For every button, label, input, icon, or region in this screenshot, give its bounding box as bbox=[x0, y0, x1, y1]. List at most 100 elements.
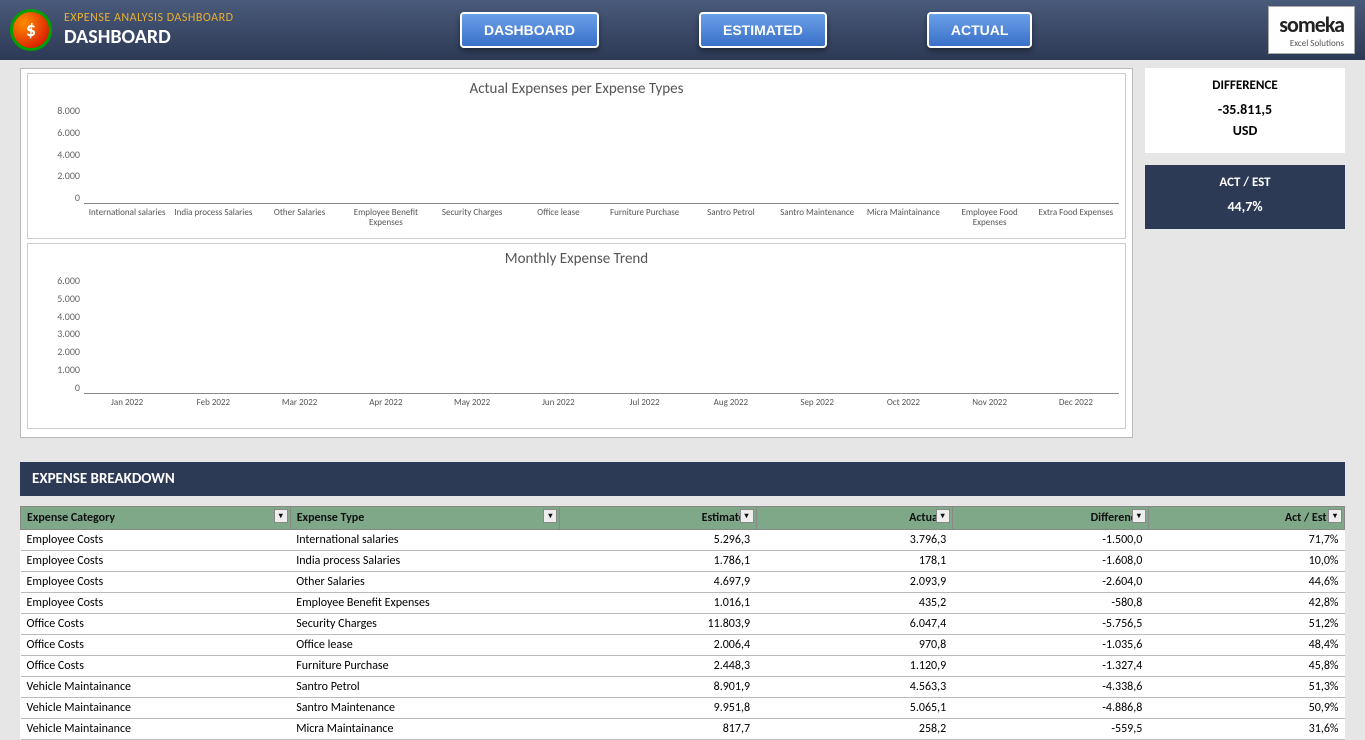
cell-cat: Office Costs bbox=[21, 635, 291, 656]
cell-cat: Employee Costs bbox=[21, 551, 291, 572]
page-title: DASHBOARD bbox=[64, 25, 234, 49]
col-type-label: Expense Type bbox=[297, 511, 365, 525]
difference-label: DIFFERENCE bbox=[1149, 78, 1341, 93]
cell-type: Other Salaries bbox=[290, 572, 560, 593]
cell-type: India process Salaries bbox=[290, 551, 560, 572]
breakdown-table: Expense Category▾ Expense Type ▾ Estimate… bbox=[20, 506, 1345, 740]
filter-icon[interactable]: ▾ bbox=[740, 509, 754, 523]
section-breakdown-title: EXPENSE BREAKDOWN bbox=[20, 462, 1345, 496]
x-label: Apr 2022 bbox=[343, 396, 429, 424]
x-label: Nov 2022 bbox=[947, 396, 1033, 424]
cell-diff: -4.886,8 bbox=[952, 698, 1148, 719]
table-row: Employee CostsIndia process Salaries1.78… bbox=[21, 551, 1345, 572]
x-label: Security Charges bbox=[429, 206, 515, 234]
cell-pct: 48,4% bbox=[1148, 635, 1344, 656]
table-row: Office CostsSecurity Charges11.803,96.04… bbox=[21, 614, 1345, 635]
chart1-bars bbox=[84, 104, 1119, 204]
x-label: Santro Maintenance bbox=[774, 206, 860, 234]
cell-cat: Employee Costs bbox=[21, 530, 291, 551]
chart-expense-types: Actual Expenses per Expense Types 8.0006… bbox=[27, 73, 1126, 239]
cell-diff: -5.756,5 bbox=[952, 614, 1148, 635]
x-label: Office lease bbox=[515, 206, 601, 234]
main-row: Actual Expenses per Expense Types 8.0006… bbox=[0, 60, 1365, 442]
filter-icon[interactable]: ▾ bbox=[543, 509, 557, 523]
cell-diff: -1.608,0 bbox=[952, 551, 1148, 572]
chart-monthly-trend: Monthly Expense Trend 6.0005.0004.0003.0… bbox=[27, 243, 1126, 429]
cell-act: 2.093,9 bbox=[756, 572, 952, 593]
x-label: Oct 2022 bbox=[860, 396, 946, 424]
filter-icon[interactable]: ▾ bbox=[1328, 509, 1342, 523]
x-label: Santro Petrol bbox=[688, 206, 774, 234]
chart2-title: Monthly Expense Trend bbox=[34, 250, 1119, 268]
cell-est: 5.296,3 bbox=[560, 530, 756, 551]
filter-icon[interactable]: ▾ bbox=[936, 509, 950, 523]
cell-cat: Vehicle Maintainance bbox=[21, 677, 291, 698]
brand-sub: Excel Solutions bbox=[1290, 38, 1344, 49]
chart1-title: Actual Expenses per Expense Types bbox=[34, 80, 1119, 98]
cell-pct: 10,0% bbox=[1148, 551, 1344, 572]
x-label: India process Salaries bbox=[170, 206, 256, 234]
cell-diff: -1.500,0 bbox=[952, 530, 1148, 551]
cell-cat: Employee Costs bbox=[21, 593, 291, 614]
col-estimates[interactable]: Estimates▾ bbox=[560, 507, 756, 530]
nav-estimated-button[interactable]: ESTIMATED bbox=[699, 12, 827, 48]
x-label: Micra Maintainance bbox=[860, 206, 946, 234]
col-category[interactable]: Expense Category▾ bbox=[21, 507, 291, 530]
cell-diff: -1.035,6 bbox=[952, 635, 1148, 656]
col-type[interactable]: Expense Type ▾ bbox=[290, 507, 560, 530]
cell-est: 817,7 bbox=[560, 719, 756, 740]
cell-type: Santro Petrol bbox=[290, 677, 560, 698]
x-label: Employee Benefit Expenses bbox=[343, 206, 429, 234]
cell-pct: 44,6% bbox=[1148, 572, 1344, 593]
x-label: Other Salaries bbox=[257, 206, 343, 234]
cell-est: 4.697,9 bbox=[560, 572, 756, 593]
table-row: Office CostsFurniture Purchase2.448,31.1… bbox=[21, 656, 1345, 677]
brand-badge: someka Excel Solutions bbox=[1268, 6, 1355, 54]
chart1-yaxis: 8.0006.0004.0002.0000 bbox=[34, 104, 84, 234]
side-column: DIFFERENCE -35.811,5 USD ACT / EST 44,7% bbox=[1145, 68, 1345, 438]
nav-actual-button[interactable]: ACTUAL bbox=[927, 12, 1033, 48]
cell-est: 11.803,9 bbox=[560, 614, 756, 635]
col-difference[interactable]: Difference▾ bbox=[952, 507, 1148, 530]
logo-icon: $ bbox=[10, 9, 52, 51]
cell-diff: -4.338,6 bbox=[952, 677, 1148, 698]
nav-dashboard-button[interactable]: DASHBOARD bbox=[460, 12, 599, 48]
cell-cat: Vehicle Maintainance bbox=[21, 698, 291, 719]
cell-act: 970,8 bbox=[756, 635, 952, 656]
cell-diff: -1.327,4 bbox=[952, 656, 1148, 677]
table-row: Employee CostsInternational salaries5.29… bbox=[21, 530, 1345, 551]
cell-pct: 50,9% bbox=[1148, 698, 1344, 719]
x-label: International salaries bbox=[84, 206, 170, 234]
table-row: Vehicle MaintainanceSantro Maintenance9.… bbox=[21, 698, 1345, 719]
table-row: Vehicle MaintainanceSantro Petrol8.901,9… bbox=[21, 677, 1345, 698]
x-label: Aug 2022 bbox=[688, 396, 774, 424]
ratio-card: ACT / EST 44,7% bbox=[1145, 165, 1345, 229]
cell-act: 1.120,9 bbox=[756, 656, 952, 677]
cell-act: 3.796,3 bbox=[756, 530, 952, 551]
table-row: Employee CostsOther Salaries4.697,92.093… bbox=[21, 572, 1345, 593]
cell-pct: 71,7% bbox=[1148, 530, 1344, 551]
x-label: Jun 2022 bbox=[515, 396, 601, 424]
app-subtitle: EXPENSE ANALYSIS DASHBOARD bbox=[64, 11, 234, 25]
cell-act: 4.563,3 bbox=[756, 677, 952, 698]
cell-diff: -2.604,0 bbox=[952, 572, 1148, 593]
cell-est: 1.016,1 bbox=[560, 593, 756, 614]
col-pct[interactable]: Act / Est %▾ bbox=[1148, 507, 1344, 530]
table-row: Vehicle MaintainanceMicra Maintainance81… bbox=[21, 719, 1345, 740]
x-label: Sep 2022 bbox=[774, 396, 860, 424]
cell-diff: -559,5 bbox=[952, 719, 1148, 740]
cell-type: Employee Benefit Expenses bbox=[290, 593, 560, 614]
chart2-bars bbox=[84, 274, 1119, 394]
table-row: Office CostsOffice lease2.006,4970,8-1.0… bbox=[21, 635, 1345, 656]
cell-act: 258,2 bbox=[756, 719, 952, 740]
x-label: Extra Food Expenses bbox=[1033, 206, 1119, 234]
cell-est: 2.006,4 bbox=[560, 635, 756, 656]
x-label: Jan 2022 bbox=[84, 396, 170, 424]
filter-icon[interactable]: ▾ bbox=[1132, 509, 1146, 523]
col-actuals[interactable]: Actuals▾ bbox=[756, 507, 952, 530]
filter-icon[interactable]: ▾ bbox=[274, 509, 288, 523]
difference-value: -35.811,5 bbox=[1149, 101, 1341, 118]
table-row: Employee CostsEmployee Benefit Expenses1… bbox=[21, 593, 1345, 614]
cell-est: 8.901,9 bbox=[560, 677, 756, 698]
cell-cat: Vehicle Maintainance bbox=[21, 719, 291, 740]
